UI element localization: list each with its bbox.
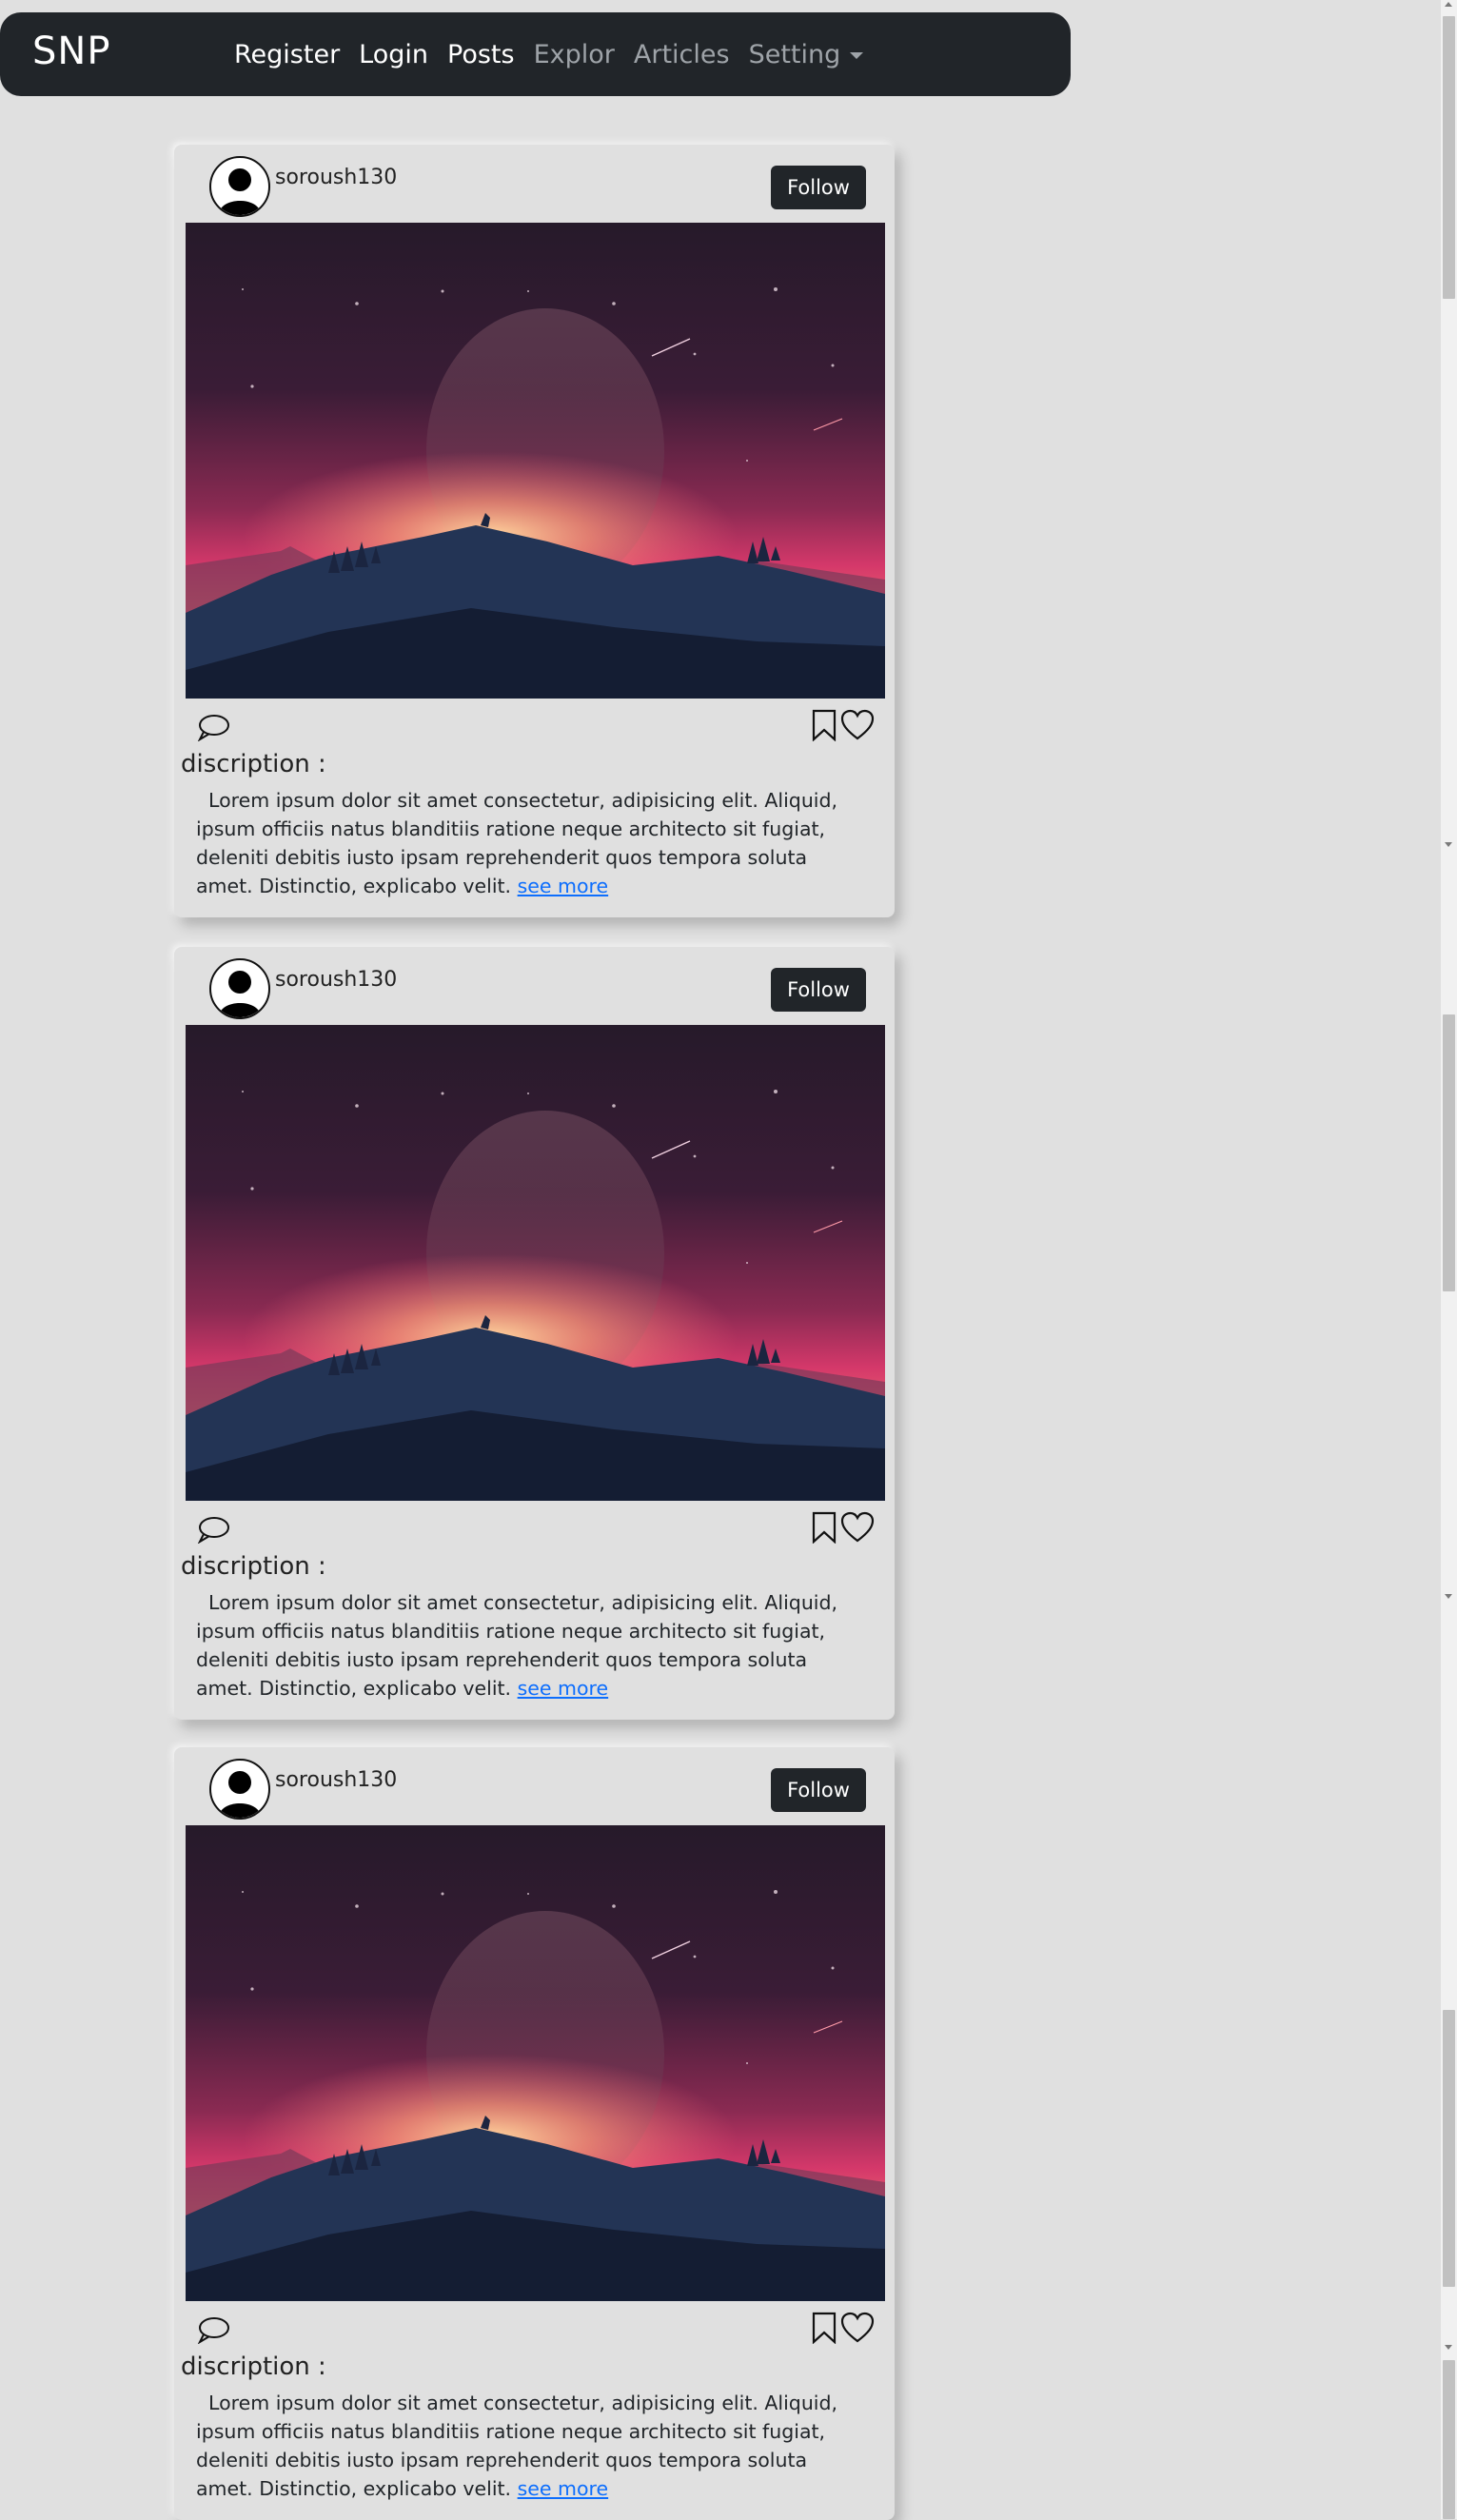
post-card: soroush130 Follow discription : Lorem ip…: [174, 947, 895, 1720]
caret-down-icon: [850, 51, 864, 59]
see-more-link[interactable]: see more: [518, 2477, 609, 2500]
comment-icon[interactable]: [196, 2315, 230, 2345]
nav-dropdown-setting-label: Setting: [748, 39, 841, 69]
description-text: Lorem ipsum dolor sit amet consectetur, …: [196, 2389, 862, 2503]
nav-dropdown-setting[interactable]: Setting: [749, 40, 864, 69]
nav-link-posts[interactable]: Posts: [447, 40, 515, 69]
scrollbar-thumb-segment[interactable]: [1443, 1014, 1455, 1291]
see-more-link[interactable]: see more: [518, 1677, 609, 1700]
post-image[interactable]: [186, 1825, 885, 2301]
heart-icon[interactable]: [840, 709, 875, 741]
scroll-marker-icon: [1445, 2345, 1452, 2350]
description-text: Lorem ipsum dolor sit amet consectetur, …: [196, 1588, 862, 1703]
bookmark-icon[interactable]: [811, 1511, 837, 1545]
see-more-link[interactable]: see more: [518, 875, 609, 897]
heart-icon[interactable]: [840, 1511, 875, 1544]
brand-logo[interactable]: SNP: [32, 30, 110, 73]
nav-links: Register Login Posts Explor Articles Set…: [234, 12, 882, 96]
scroll-marker-icon: [1445, 842, 1452, 847]
bookmark-icon[interactable]: [811, 2312, 837, 2345]
nav-link-explor[interactable]: Explor: [534, 40, 615, 69]
nav-link-register[interactable]: Register: [234, 40, 340, 69]
top-navbar: SNP Register Login Posts Explor Articles…: [0, 12, 1071, 96]
scroll-marker-icon: [1445, 1594, 1452, 1599]
nav-link-login[interactable]: Login: [359, 40, 428, 69]
post-image[interactable]: [186, 1025, 885, 1501]
follow-button[interactable]: Follow: [771, 166, 866, 209]
follow-button[interactable]: Follow: [771, 968, 866, 1012]
post-username[interactable]: soroush130: [275, 166, 397, 189]
description-heading: discription :: [181, 1552, 326, 1581]
heart-icon[interactable]: [840, 2312, 875, 2344]
scrollbar-thumb-segment[interactable]: [1443, 2360, 1455, 2519]
post-username[interactable]: soroush130: [275, 968, 397, 992]
user-silhouette-icon[interactable]: [209, 1759, 270, 1820]
user-silhouette-icon[interactable]: [209, 156, 270, 217]
follow-button[interactable]: Follow: [771, 1768, 866, 1812]
post-username[interactable]: soroush130: [275, 1768, 397, 1792]
scrollbar-thumb[interactable]: [1443, 16, 1455, 299]
comment-icon[interactable]: [196, 713, 230, 742]
nav-link-articles[interactable]: Articles: [634, 40, 730, 69]
comment-icon[interactable]: [196, 1515, 230, 1545]
description-heading: discription :: [181, 750, 326, 778]
bookmark-icon[interactable]: [811, 709, 837, 742]
scrollbar-thumb-segment[interactable]: [1443, 2010, 1455, 2287]
post-card: soroush130 Follow discription : Lorem ip…: [174, 1747, 895, 2520]
scroll-up-arrow-icon[interactable]: [1445, 2, 1452, 7]
scrollbar[interactable]: [1441, 0, 1457, 2519]
description-heading: discription :: [181, 2353, 326, 2381]
description-text: Lorem ipsum dolor sit amet consectetur, …: [196, 786, 862, 900]
post-image[interactable]: [186, 223, 885, 699]
user-silhouette-icon[interactable]: [209, 958, 270, 1019]
post-card: soroush130 Follow discription : Lorem ip…: [174, 145, 895, 917]
